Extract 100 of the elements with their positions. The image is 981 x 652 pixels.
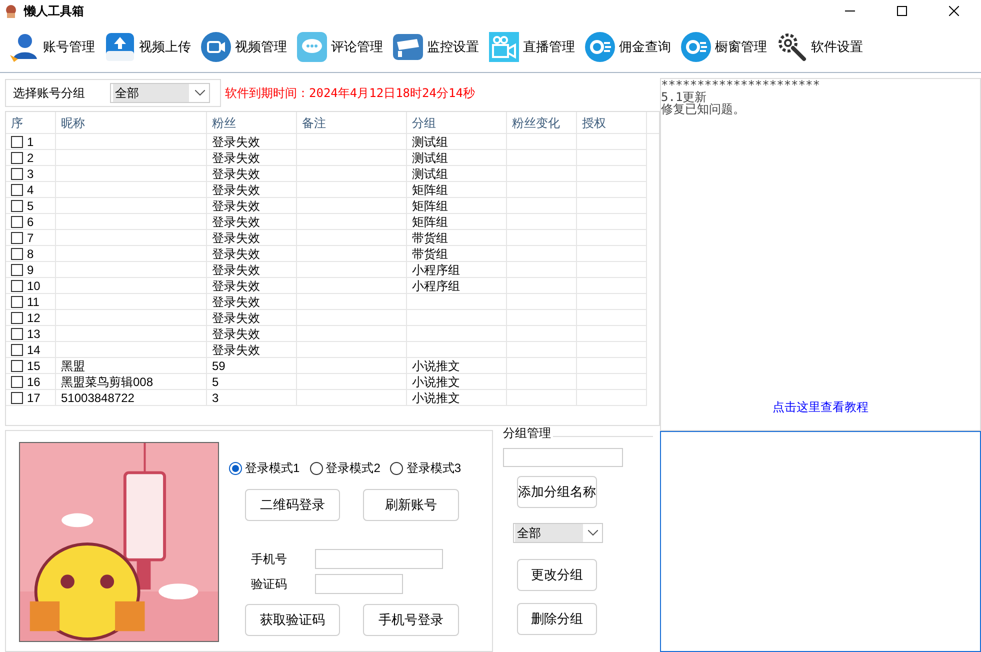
qr-login-button[interactable]: 二维码登录: [245, 489, 340, 521]
table-cell: 矩阵组: [407, 198, 507, 214]
login-mode-radio[interactable]: 登录模式3: [390, 459, 462, 477]
table-cell: [577, 166, 647, 182]
get-code-button[interactable]: 获取验证码: [245, 604, 340, 636]
toolbar-button[interactable]: 评论管理: [296, 26, 383, 66]
row-checkbox[interactable]: [11, 360, 23, 372]
toolbar-button[interactable]: 账号管理: [8, 26, 95, 66]
phone-login-button[interactable]: 手机号登录: [363, 604, 459, 636]
group-manage-title: 分组管理: [503, 425, 551, 442]
table-cell: 登录失效: [207, 278, 297, 294]
table-cell: [507, 294, 577, 310]
row-checkbox[interactable]: [11, 232, 23, 244]
table-cell: 小说推文: [407, 358, 507, 374]
table-cell: [507, 230, 577, 246]
table-cell: [507, 374, 577, 390]
change-group-button[interactable]: 更改分组: [517, 559, 597, 591]
table-cell: 登录失效: [207, 294, 297, 310]
row-index: 5: [27, 198, 34, 214]
table-cell: [507, 198, 577, 214]
row-index: 10: [27, 278, 40, 294]
toolbar-button[interactable]: 视频上传: [104, 26, 191, 66]
row-index: 1: [27, 134, 34, 150]
table-cell: [577, 214, 647, 230]
video-camera-icon: [488, 30, 520, 62]
coin-icon: [680, 30, 712, 62]
table-cell: 登录失效: [207, 310, 297, 326]
caret-icon: [588, 530, 598, 536]
code-field[interactable]: [315, 574, 403, 594]
row-checkbox[interactable]: [11, 152, 23, 164]
toolbar-button[interactable]: 视频管理: [200, 26, 287, 66]
table-cell: 登录失效: [207, 198, 297, 214]
chat-icon: [296, 30, 328, 62]
row-checkbox[interactable]: [11, 296, 23, 308]
row-checkbox[interactable]: [11, 168, 23, 180]
table-cell: 5: [207, 374, 297, 390]
table-cell: [577, 390, 647, 406]
row-checkbox[interactable]: [11, 312, 23, 324]
table-cell: [507, 150, 577, 166]
table-cell: 登录失效: [207, 230, 297, 246]
login-mode-radio[interactable]: 登录模式1: [229, 459, 300, 477]
table-cell: 登录失效: [207, 214, 297, 230]
row-checkbox[interactable]: [11, 248, 23, 260]
login-mode-radio[interactable]: 登录模式2: [310, 459, 380, 477]
table-cell: 登录失效: [207, 150, 297, 166]
row-checkbox[interactable]: [11, 392, 23, 404]
toolbar-button[interactable]: 软件设置: [776, 26, 863, 66]
group-dropdown[interactable]: 全部: [110, 83, 210, 103]
row-checkbox[interactable]: [11, 280, 23, 292]
row-checkbox[interactable]: [11, 184, 23, 196]
row-checkbox[interactable]: [11, 136, 23, 148]
row-index: 16: [27, 374, 40, 390]
toolbar-button[interactable]: 直播管理: [488, 26, 575, 66]
row-checkbox[interactable]: [11, 328, 23, 340]
tutorial-link[interactable]: 点击这里查看教程: [772, 398, 868, 416]
table-cell: [577, 182, 647, 198]
note-line: **********************: [661, 79, 821, 91]
row-index: 6: [27, 214, 34, 230]
table-cell: [507, 278, 577, 294]
table-cell: [507, 342, 577, 358]
refresh-account-button[interactable]: 刷新账号: [363, 489, 459, 521]
window-title: 懒人工具箱: [24, 2, 84, 20]
column-header: 备注: [297, 112, 407, 133]
delete-group-button[interactable]: 删除分组: [517, 603, 597, 635]
table-cell: [507, 166, 577, 182]
table-cell: 小说推文: [407, 374, 507, 390]
phone-field[interactable]: [315, 549, 443, 569]
row-checkbox[interactable]: [11, 376, 23, 388]
table-cell: [577, 326, 647, 342]
table-cell: [577, 198, 647, 214]
row-index: 17: [27, 390, 40, 406]
table-cell: 测试组: [407, 166, 507, 182]
close-icon: [949, 6, 959, 16]
column-header: 授权: [577, 112, 647, 133]
table-cell: [577, 374, 647, 390]
row-checkbox[interactable]: [11, 344, 23, 356]
table-cell: 登录失效: [207, 342, 297, 358]
table-cell: [577, 342, 647, 358]
group-manage-dropdown[interactable]: 全部: [513, 523, 603, 543]
toolbar-button[interactable]: 橱窗管理: [680, 26, 767, 66]
toolbar-button[interactable]: 佣金查询: [584, 26, 671, 66]
table-cell: 59: [207, 358, 297, 374]
row-checkbox[interactable]: [11, 200, 23, 212]
row-index: 15: [27, 358, 40, 374]
column-header: 粉丝: [207, 112, 297, 133]
add-group-button[interactable]: 添加分组名称: [517, 476, 597, 508]
table-cell: 矩阵组: [407, 214, 507, 230]
table-cell: [577, 230, 647, 246]
row-checkbox[interactable]: [11, 216, 23, 228]
expiry-text: 软件到期时间：2024年4月12日18时24分14秒: [225, 85, 475, 102]
row-checkbox[interactable]: [11, 264, 23, 276]
table-cell: [507, 214, 577, 230]
table-cell: [577, 294, 647, 310]
toolbar-button[interactable]: 监控设置: [392, 26, 479, 66]
code-label: 验证码: [251, 576, 288, 593]
group-name-field[interactable]: [503, 448, 623, 467]
table-cell: 小程序组: [407, 278, 507, 294]
table-cell: [507, 310, 577, 326]
table-cell: 黑盟菜鸟剪辑008: [56, 374, 207, 390]
table-cell: [507, 390, 577, 406]
